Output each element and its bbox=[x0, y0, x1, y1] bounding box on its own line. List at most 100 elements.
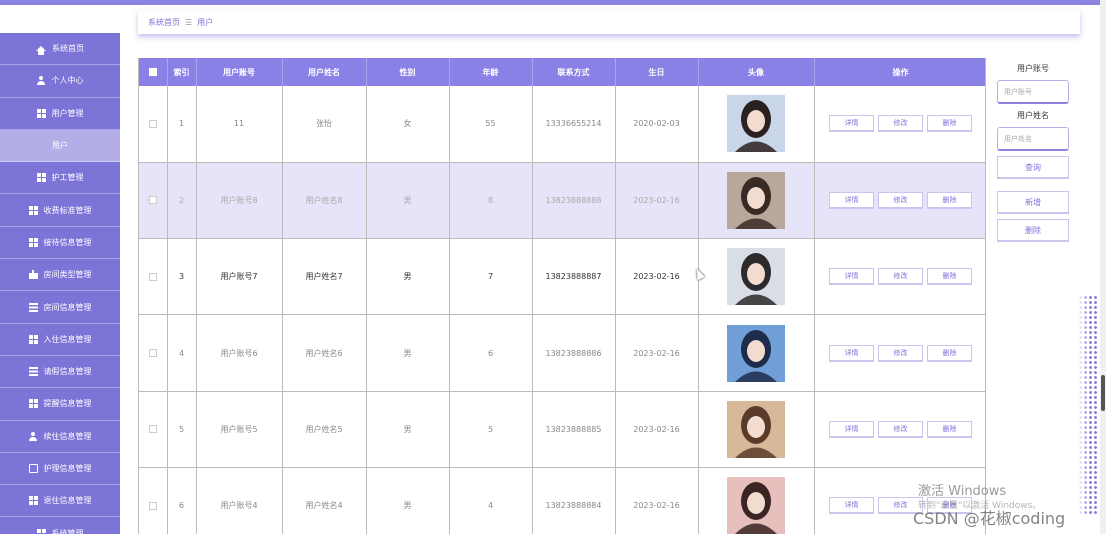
cell-age: 7 bbox=[449, 238, 533, 316]
edit-button[interactable]: 修改 bbox=[878, 420, 923, 438]
sidebar-item-12[interactable]: 续住信息管理 bbox=[0, 421, 120, 453]
detail-button[interactable]: 详情 bbox=[829, 420, 874, 438]
avatar-photo[interactable] bbox=[727, 477, 785, 534]
avatar-photo[interactable] bbox=[727, 400, 785, 458]
sidebar-item-7[interactable]: 房间类型管理 bbox=[0, 259, 120, 292]
table-row[interactable]: 5 用户账号5 用户姓名5 男 5 13823888885 2023-02-16 详情 修改 删除 bbox=[139, 391, 985, 468]
sidebar-item-label: 退住信息管理 bbox=[43, 496, 92, 506]
select-all-header[interactable] bbox=[139, 58, 168, 86]
delete-button[interactable]: 删除 bbox=[927, 268, 972, 286]
grid-icon bbox=[36, 173, 46, 183]
cell-phone: 13823888887 bbox=[532, 238, 616, 316]
row-select-cell[interactable] bbox=[139, 314, 168, 392]
breadcrumb-home[interactable]: 系统首页 bbox=[148, 17, 180, 28]
edit-button[interactable]: 修改 bbox=[878, 191, 923, 209]
sidebar-item-6[interactable]: 接待信息管理 bbox=[0, 227, 120, 260]
cell-avatar bbox=[698, 314, 815, 392]
sidebar-item-14[interactable]: 退住信息管理 bbox=[0, 485, 120, 518]
row-checkbox[interactable] bbox=[148, 196, 157, 205]
scrollbar-thumb[interactable] bbox=[1101, 375, 1105, 411]
table-row[interactable]: 2 用户账号8 用户姓名8 男 8 13823888888 2023-02-16 详情 修改 删除 bbox=[139, 162, 985, 240]
edit-button[interactable]: 修改 bbox=[878, 115, 923, 133]
cell-account: 用户账号4 bbox=[196, 467, 283, 534]
add-button[interactable]: 新增 bbox=[997, 191, 1069, 214]
sidebar-item-0[interactable]: 系统首页 bbox=[0, 33, 120, 66]
row-select-cell[interactable] bbox=[139, 391, 168, 468]
row-checkbox[interactable] bbox=[148, 349, 157, 358]
row-checkbox[interactable] bbox=[148, 272, 157, 281]
avatar-photo[interactable] bbox=[727, 248, 785, 306]
row-checkbox[interactable] bbox=[148, 425, 157, 434]
sidebar-item-4[interactable]: 护工管理 bbox=[0, 162, 120, 195]
query-button[interactable]: 查询 bbox=[997, 156, 1069, 179]
detail-button[interactable]: 详情 bbox=[829, 115, 874, 133]
breadcrumb-current: 用户 bbox=[197, 17, 214, 27]
cell-actions: 详情 修改 删除 bbox=[814, 238, 985, 316]
avatar-photo[interactable] bbox=[727, 324, 785, 382]
page-scrollbar[interactable] bbox=[1100, 0, 1106, 534]
sidebar-item-label: 护工管理 bbox=[51, 173, 84, 183]
row-select-cell[interactable] bbox=[139, 162, 168, 240]
sidebar-item-2[interactable]: 用户管理 bbox=[0, 98, 120, 130]
row-select-cell[interactable] bbox=[139, 467, 168, 534]
cell-gender: 女 bbox=[366, 86, 450, 163]
row-checkbox[interactable] bbox=[148, 119, 157, 128]
header-name: 用户姓名 bbox=[282, 58, 367, 86]
detail-button[interactable]: 详情 bbox=[829, 268, 874, 286]
cell-birthday: 2023-02-16 bbox=[615, 238, 699, 316]
detail-button[interactable]: 详情 bbox=[829, 191, 874, 209]
delete-button[interactable]: 删除 bbox=[927, 420, 972, 438]
name-search-input[interactable]: 用户姓名 bbox=[997, 127, 1069, 151]
table-row[interactable]: 6 用户账号4 用户姓名4 男 4 13823888884 2023-02-16 详情 修改 删除 bbox=[139, 467, 985, 534]
sidebar-item-8[interactable]: 房间信息管理 bbox=[0, 291, 120, 324]
sidebar-item-13[interactable]: 护理信息管理 bbox=[0, 453, 120, 486]
sidebar-item-label: 入住信息管理 bbox=[43, 334, 92, 344]
decorative-dots bbox=[1078, 295, 1098, 515]
cell-account: 用户账号5 bbox=[196, 391, 283, 468]
breadcrumb-separator-icon: ☰ bbox=[185, 17, 193, 27]
select-all-checkbox[interactable] bbox=[148, 68, 157, 76]
edit-button[interactable]: 修改 bbox=[878, 344, 923, 362]
sidebar-item-10[interactable]: 请假信息管理 bbox=[0, 356, 120, 389]
cake-icon bbox=[28, 270, 38, 280]
sidebar-item-15[interactable]: 系统管理 bbox=[0, 517, 120, 534]
row-select-cell[interactable] bbox=[139, 238, 168, 316]
table-header-row: 索引 用户账号 用户姓名 性别 年龄 联系方式 生日 头像 操作 bbox=[139, 58, 985, 86]
sidebar-item-label: 系统管理 bbox=[51, 528, 84, 534]
cell-index: 5 bbox=[167, 391, 197, 468]
table-row[interactable]: 4 用户账号6 用户姓名6 男 6 13823888886 2023-02-16 详情 修改 删除 bbox=[139, 314, 985, 392]
id-icon bbox=[28, 464, 38, 473]
avatar-photo[interactable] bbox=[727, 95, 785, 153]
sidebar-item-9[interactable]: 入住信息管理 bbox=[0, 324, 120, 356]
cell-avatar bbox=[698, 467, 815, 534]
account-search-input[interactable]: 用户账号 bbox=[997, 80, 1069, 104]
sidebar-item-5[interactable]: 收费标准管理 bbox=[0, 194, 120, 227]
grid-icon bbox=[28, 399, 38, 409]
sidebar-item-label: 用户 bbox=[52, 141, 68, 151]
avatar-photo[interactable] bbox=[727, 171, 785, 229]
edit-button[interactable]: 修改 bbox=[878, 268, 923, 286]
batch-delete-button[interactable]: 删除 bbox=[997, 219, 1069, 242]
user-icon bbox=[29, 431, 38, 441]
cell-account: 11 bbox=[196, 86, 283, 163]
cell-phone: 13823888884 bbox=[532, 467, 616, 534]
cell-gender: 男 bbox=[366, 162, 450, 240]
delete-button[interactable]: 删除 bbox=[927, 191, 972, 209]
sidebar-item-label: 接待信息管理 bbox=[43, 237, 92, 247]
row-checkbox[interactable] bbox=[148, 501, 157, 510]
cell-age: 5 bbox=[449, 391, 533, 468]
sidebar-item-1[interactable]: 个人中心 bbox=[0, 65, 120, 98]
detail-button[interactable]: 详情 bbox=[829, 344, 874, 362]
header-gender: 性别 bbox=[366, 58, 450, 86]
table-row[interactable]: 1 11 张怡女 55 13336655214 2020-02-03 详情 修改 删除 bbox=[139, 86, 985, 163]
delete-button[interactable]: 删除 bbox=[927, 344, 972, 362]
cell-phone: 13823888886 bbox=[532, 314, 616, 392]
cell-account: 用户账号8 bbox=[196, 162, 283, 240]
sidebar-item-11[interactable]: 提醒信息管理 bbox=[0, 388, 120, 421]
detail-button[interactable]: 详情 bbox=[829, 497, 874, 515]
row-select-cell[interactable] bbox=[139, 86, 168, 163]
delete-button[interactable]: 删除 bbox=[927, 115, 972, 133]
sidebar-item-3[interactable]: 用户 bbox=[0, 129, 120, 163]
sidebar-item-label: 请假信息管理 bbox=[43, 367, 92, 377]
table-row[interactable]: 3 用户账号7 用户姓名7 男 7 13823888887 2023-02-16 详情 修改 删除 bbox=[139, 238, 985, 316]
